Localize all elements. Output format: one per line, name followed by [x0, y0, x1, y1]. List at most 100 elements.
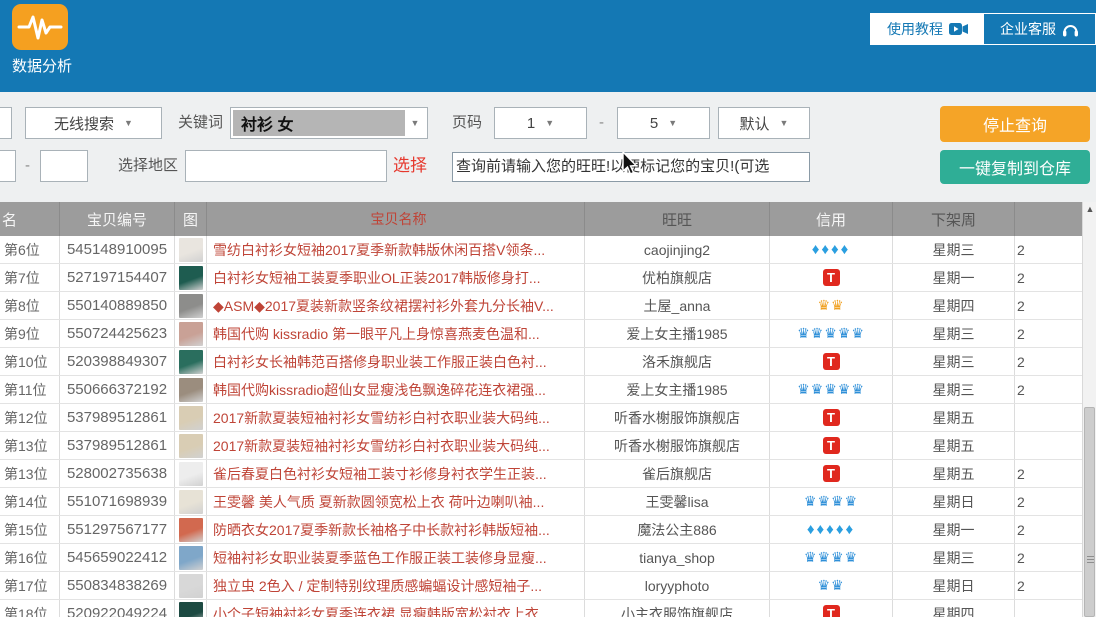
- support-button[interactable]: 企业客服: [984, 14, 1095, 44]
- table-row[interactable]: 第11位550666372192韩国代购kissradio超仙女显瘦浅色飘逸碎花…: [0, 376, 1082, 404]
- table-row[interactable]: 第6位545148910095雪纺白衬衫女短袖2017夏季新款韩版休闲百搭V领条…: [0, 236, 1082, 264]
- product-thumbnail[interactable]: [179, 238, 203, 262]
- table-row[interactable]: 第15位551297567177防晒衣女2017夏季新款长袖格子中长款衬衫韩版短…: [0, 516, 1082, 544]
- tmall-icon: T: [823, 269, 840, 286]
- product-thumbnail[interactable]: [179, 490, 203, 514]
- thumbnail-cell[interactable]: [175, 236, 207, 263]
- table-row[interactable]: 第7位527197154407白衬衫女短袖工装夏季职业OL正装2017韩版修身打…: [0, 264, 1082, 292]
- table-row[interactable]: 第8位550140889850◆ASM◆2017夏装新款竖条纹裙摆衬衫外套九分长…: [0, 292, 1082, 320]
- credit-cell: T: [770, 460, 893, 487]
- date-fragment-cell: [1015, 432, 1082, 459]
- vertical-scrollbar[interactable]: ▲: [1082, 202, 1096, 617]
- product-name-cell[interactable]: 2017新款夏装短袖衬衫女雪纺衫白衬衣职业装大码纯...: [207, 404, 585, 431]
- header-wangwang[interactable]: 旺旺: [585, 202, 770, 236]
- header-name[interactable]: 宝贝名称: [207, 202, 585, 236]
- stop-query-button[interactable]: 停止查询: [940, 106, 1090, 142]
- date-fragment-cell: 2: [1015, 292, 1082, 319]
- credit-cell: ♛♛: [770, 292, 893, 319]
- keyword-combobox[interactable]: 衬衫 女 ▼: [230, 107, 428, 139]
- credit-cell: ♦♦♦♦: [770, 236, 893, 263]
- clipped-control-left-top[interactable]: [0, 107, 12, 139]
- table-row[interactable]: 第16位545659022412短袖衬衫女职业装夏季蓝色工作服正装工装修身显瘦.…: [0, 544, 1082, 572]
- product-thumbnail[interactable]: [179, 378, 203, 402]
- table-row[interactable]: 第9位550724425623韩国代购 kissradio 第一眼平凡上身惊喜燕…: [0, 320, 1082, 348]
- thumbnail-cell[interactable]: [175, 320, 207, 347]
- header-rank[interactable]: 名: [0, 202, 60, 236]
- product-name-cell[interactable]: ◆ASM◆2017夏装新款竖条纹裙摆衬衫外套九分长袖V...: [207, 292, 585, 319]
- header-image[interactable]: 图: [175, 202, 207, 236]
- search-type-dropdown[interactable]: 无线搜索 ▼: [25, 107, 162, 139]
- week-cell: 星期五: [893, 404, 1015, 431]
- product-name-cell[interactable]: 雀后春夏白色衬衫女短袖工装寸衫修身衬衣学生正装...: [207, 460, 585, 487]
- week-cell: 星期一: [893, 264, 1015, 291]
- product-name-cell[interactable]: 韩国代购 kissradio 第一眼平凡上身惊喜燕麦色温和...: [207, 320, 585, 347]
- product-thumbnail[interactable]: [179, 546, 203, 570]
- table-row[interactable]: 第14位551071698939王雯馨 美人气质 夏新款圆领宽松上衣 荷叶边喇叭…: [0, 488, 1082, 516]
- rank-cell: 第13位: [0, 432, 60, 459]
- product-name-cell[interactable]: 雪纺白衬衫女短袖2017夏季新款韩版休闲百搭V领条...: [207, 236, 585, 263]
- product-name-cell[interactable]: 韩国代购kissradio超仙女显瘦浅色飘逸碎花连衣裙强...: [207, 376, 585, 403]
- header-week[interactable]: 下架周: [893, 202, 1015, 236]
- date-fragment-cell: 2: [1015, 236, 1082, 263]
- copy-to-warehouse-button[interactable]: 一键复制到仓库: [940, 150, 1090, 184]
- thumbnail-cell[interactable]: [175, 432, 207, 459]
- filter-panel: 无线搜索 ▼ 关键词 衬衫 女 ▼ 页码 1 ▼ - 5 ▼ 默认 ▼ 停止查询…: [0, 92, 1096, 200]
- item-id-cell: 550666372192: [60, 376, 175, 403]
- thumbnail-cell[interactable]: [175, 348, 207, 375]
- product-thumbnail[interactable]: [179, 266, 203, 290]
- scrollbar-thumb[interactable]: [1084, 407, 1095, 617]
- product-thumbnail[interactable]: [179, 406, 203, 430]
- wangwang-input[interactable]: 查询前请输入您的旺旺!以便标记您的宝贝!(可选: [452, 152, 810, 182]
- product-thumbnail[interactable]: [179, 322, 203, 346]
- product-name-cell[interactable]: 王雯馨 美人气质 夏新款圆领宽松上衣 荷叶边喇叭袖...: [207, 488, 585, 515]
- region-input[interactable]: [185, 150, 387, 182]
- product-thumbnail[interactable]: [179, 602, 203, 617]
- region-select-button[interactable]: 选择: [393, 150, 427, 182]
- thumbnail-cell[interactable]: [175, 600, 207, 617]
- tutorial-button[interactable]: 使用教程: [871, 14, 984, 44]
- product-name-cell[interactable]: 独立虫 2色入 / 定制特别纹理质感蝙蝠设计感短袖子...: [207, 572, 585, 599]
- product-name-cell[interactable]: 短袖衬衫女职业装夏季蓝色工作服正装工装修身显瘦...: [207, 544, 585, 571]
- search-type-value: 无线搜索: [54, 113, 114, 134]
- thumbnail-cell[interactable]: [175, 516, 207, 543]
- item-id-cell: 550724425623: [60, 320, 175, 347]
- product-name-cell[interactable]: 防晒衣女2017夏季新款长袖格子中长款衬衫韩版短袖...: [207, 516, 585, 543]
- chevron-down-icon: ▼: [405, 118, 425, 128]
- product-thumbnail[interactable]: [179, 462, 203, 486]
- table-row[interactable]: 第17位550834838269独立虫 2色入 / 定制特别纹理质感蝙蝠设计感短…: [0, 572, 1082, 600]
- product-thumbnail[interactable]: [179, 574, 203, 598]
- thumbnail-cell[interactable]: [175, 572, 207, 599]
- product-thumbnail[interactable]: [179, 518, 203, 542]
- header-item-id[interactable]: 宝贝编号: [60, 202, 175, 236]
- thumbnail-cell[interactable]: [175, 488, 207, 515]
- header-credit[interactable]: 信用: [770, 202, 893, 236]
- thumbnail-cell[interactable]: [175, 544, 207, 571]
- table-row[interactable]: 第18位520922049224小个子短袖衬衫女夏季连衣裙 显瘦韩版宽松衬衣上衣…: [0, 600, 1082, 617]
- header-date[interactable]: [1015, 202, 1082, 236]
- week-cell: 星期日: [893, 488, 1015, 515]
- page-to-dropdown[interactable]: 5 ▼: [617, 107, 710, 139]
- thumbnail-cell[interactable]: [175, 404, 207, 431]
- product-thumbnail[interactable]: [179, 294, 203, 318]
- product-name-cell[interactable]: 小个子短袖衬衫女夏季连衣裙 显瘦韩版宽松衬衣上衣...: [207, 600, 585, 617]
- product-name-cell[interactable]: 白衬衫女短袖工装夏季职业OL正装2017韩版修身打...: [207, 264, 585, 291]
- table-row[interactable]: 第12位5379895128612017新款夏装短袖衬衫女雪纺衫白衬衣职业装大码…: [0, 404, 1082, 432]
- range-from-input[interactable]: [0, 150, 16, 182]
- product-thumbnail[interactable]: [179, 434, 203, 458]
- page-from-dropdown[interactable]: 1 ▼: [494, 107, 587, 139]
- thumbnail-cell[interactable]: [175, 376, 207, 403]
- table-row[interactable]: 第13位528002735638雀后春夏白色衬衫女短袖工装寸衫修身衬衣学生正装.…: [0, 460, 1082, 488]
- table-row[interactable]: 第13位5379895128612017新款夏装短袖衬衫女雪纺衫白衬衣职业装大码…: [0, 432, 1082, 460]
- scroll-up-icon[interactable]: ▲: [1083, 204, 1096, 214]
- wangwang-cell: 魔法公主886: [585, 516, 770, 543]
- product-thumbnail[interactable]: [179, 350, 203, 374]
- thumbnail-cell[interactable]: [175, 292, 207, 319]
- thumbnail-cell[interactable]: [175, 264, 207, 291]
- table-row[interactable]: 第10位520398849307白衬衫女长袖韩范百搭修身职业装工作服正装白色衬.…: [0, 348, 1082, 376]
- product-name-cell[interactable]: 白衬衫女长袖韩范百搭修身职业装工作服正装白色衬...: [207, 348, 585, 375]
- thumbnail-cell[interactable]: [175, 460, 207, 487]
- rank-cell: 第6位: [0, 236, 60, 263]
- sort-dropdown[interactable]: 默认 ▼: [718, 107, 810, 139]
- product-name-cell[interactable]: 2017新款夏装短袖衬衫女雪纺衫白衬衣职业装大码纯...: [207, 432, 585, 459]
- range-to-input[interactable]: [40, 150, 88, 182]
